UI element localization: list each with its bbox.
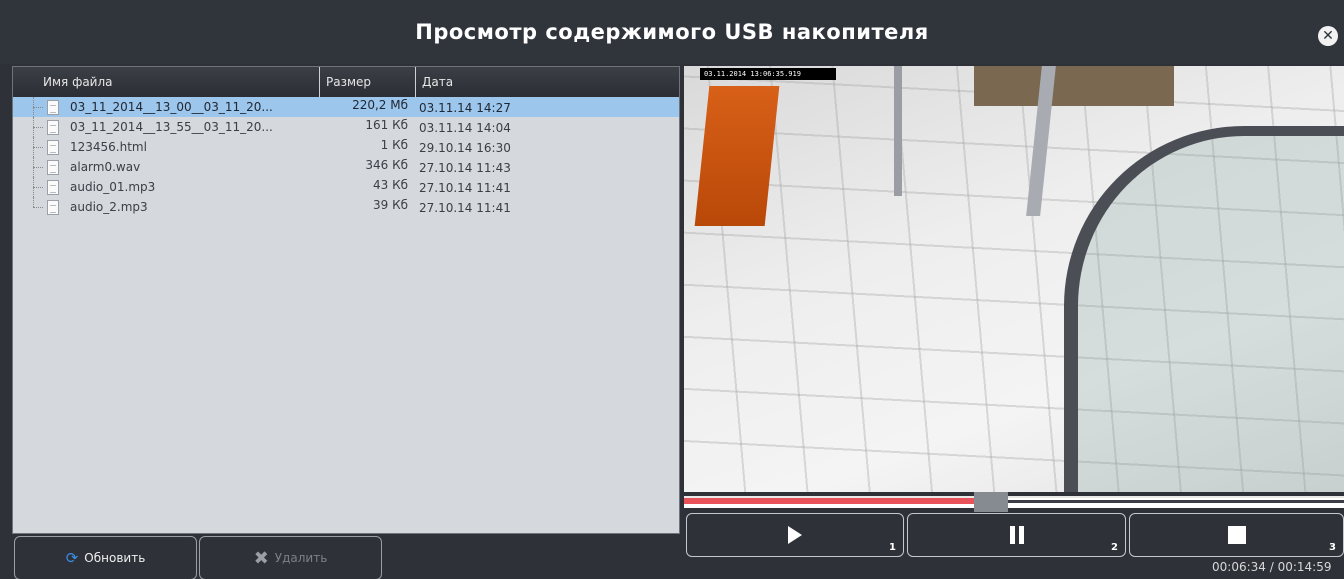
progress-fill: [684, 498, 974, 504]
video-scene-pole: [894, 66, 902, 196]
video-preview[interactable]: 03.11.2014 13:06:35.919: [684, 66, 1344, 492]
file-date: 03.11.14 14:04: [419, 121, 511, 135]
refresh-icon: ⟳: [65, 549, 79, 567]
file-icon: [47, 100, 59, 115]
file-date: 27.10.14 11:43: [419, 161, 511, 175]
video-scene-door: [1064, 126, 1344, 492]
file-list-rows: 03_11_2014__13_00__03_11_20... 220,2 Мб 03…: [13, 97, 679, 217]
play-shortcut: 1: [889, 542, 896, 553]
window-title: Просмотр содержимого USB накопителя: [415, 20, 929, 44]
file-date: 03.11.14 14:27: [419, 101, 511, 115]
file-date: 27.10.14 11:41: [419, 181, 511, 195]
file-icon: [47, 140, 59, 155]
play-button[interactable]: 1: [686, 513, 904, 557]
column-header-size[interactable]: Размер: [319, 67, 371, 97]
file-list-panel: Имя файла Размер Дата 03_11_2014__13_00_…: [12, 66, 680, 534]
progress-remaining: [1008, 500, 1344, 503]
tree-connector: [27, 157, 45, 177]
tree-connector: [27, 197, 45, 217]
delete-button-label: Удалить: [274, 551, 328, 565]
refresh-button[interactable]: ⟳ Обновить: [14, 536, 197, 579]
file-row[interactable]: audio_2.mp3 39 Кб 27.10.14 11:41: [13, 197, 679, 217]
close-icon[interactable]: ✕: [1318, 26, 1338, 46]
column-header-date[interactable]: Дата: [415, 67, 453, 97]
stop-icon: [1227, 526, 1246, 544]
refresh-button-label: Обновить: [84, 551, 146, 565]
tree-connector: [27, 117, 45, 137]
stop-shortcut: 3: [1329, 542, 1336, 553]
tree-connector: [27, 177, 45, 197]
file-row[interactable]: audio_01.mp3 43 Кб 27.10.14 11:41: [13, 177, 679, 197]
column-header-name[interactable]: Имя файла: [37, 67, 113, 97]
delete-button[interactable]: ✖ Удалить: [199, 536, 382, 579]
file-row[interactable]: 03_11_2014__13_00__03_11_20... 220,2 Мб 03…: [13, 97, 679, 117]
file-size: 161 Кб: [365, 118, 408, 132]
video-scene-bin: [694, 86, 780, 226]
file-name: audio_2.mp3: [70, 200, 148, 214]
pause-shortcut: 2: [1111, 542, 1118, 553]
file-name: 123456.html: [70, 140, 147, 154]
tree-connector: [27, 97, 45, 117]
title-bar: Просмотр содержимого USB накопителя ✕: [0, 0, 1344, 64]
play-icon: [788, 526, 802, 544]
file-name: 03_11_2014__13_55__03_11_20...: [70, 120, 273, 134]
file-row[interactable]: 123456.html 1 Кб 29.10.14 16:30: [13, 137, 679, 157]
video-scene-shelf: [974, 66, 1174, 106]
file-date: 29.10.14 16:30: [419, 141, 511, 155]
file-icon: [47, 180, 59, 195]
file-icon: [47, 200, 59, 215]
progress-thumb[interactable]: [974, 492, 1008, 512]
file-size: 346 Кб: [365, 158, 408, 172]
video-timestamp-overlay: 03.11.2014 13:06:35.919: [700, 68, 836, 80]
file-name: 03_11_2014__13_00__03_11_20...: [70, 100, 273, 114]
file-date: 27.10.14 11:41: [419, 201, 511, 215]
file-size: 220,2 Мб: [352, 98, 408, 112]
file-icon: [47, 120, 59, 135]
playback-progress-slider[interactable]: [684, 492, 1344, 512]
stop-button[interactable]: 3: [1129, 513, 1344, 557]
usb-viewer-window: Просмотр содержимого USB накопителя ✕ Им…: [0, 0, 1344, 579]
file-size: 39 Кб: [372, 198, 408, 212]
pause-icon: [1009, 526, 1024, 544]
file-list-header: Имя файла Размер Дата: [13, 67, 679, 97]
pause-button[interactable]: 2: [907, 513, 1126, 557]
file-size: 43 Кб: [372, 178, 408, 192]
file-row[interactable]: alarm0.wav 346 Кб 27.10.14 11:43: [13, 157, 679, 177]
file-icon: [47, 160, 59, 175]
tree-connector: [27, 137, 45, 157]
playback-timecode: 00:06:34 / 00:14:59: [1212, 560, 1332, 574]
file-name: audio_01.mp3: [70, 180, 156, 194]
file-size: 1 Кб: [380, 138, 408, 152]
delete-x-icon: ✖: [253, 547, 269, 569]
file-row[interactable]: 03_11_2014__13_55__03_11_20... 161 Кб 03.1…: [13, 117, 679, 137]
file-name: alarm0.wav: [70, 160, 141, 174]
